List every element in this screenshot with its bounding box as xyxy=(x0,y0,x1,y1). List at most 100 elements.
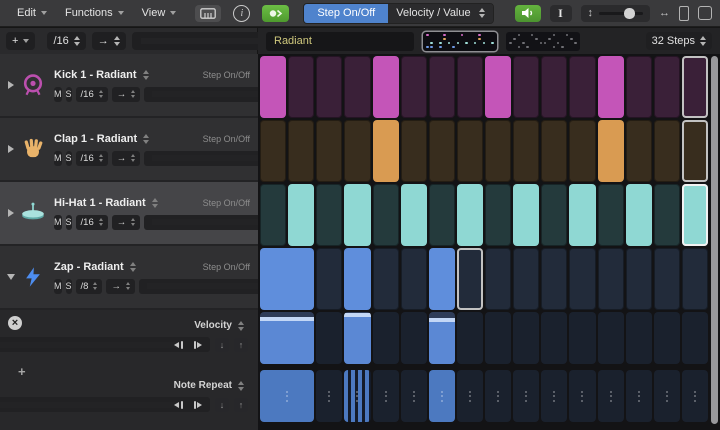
step-cell[interactable] xyxy=(513,56,539,118)
tab-velocity-value[interactable]: Velocity / Value xyxy=(388,4,492,23)
step-cell[interactable] xyxy=(513,184,539,246)
velocity-cell[interactable] xyxy=(316,312,342,364)
stepper-icon[interactable] xyxy=(126,282,130,290)
solo-button[interactable]: S xyxy=(66,215,72,230)
stepper-icon[interactable] xyxy=(131,154,135,162)
step-cell[interactable] xyxy=(682,56,708,118)
stepper-icon[interactable] xyxy=(99,90,103,98)
increment-button[interactable]: ↑ xyxy=(234,338,248,352)
mute-button[interactable]: M xyxy=(54,151,62,166)
step-cell[interactable] xyxy=(401,120,427,182)
stepper-icon[interactable] xyxy=(130,262,136,272)
track-name[interactable]: Kick 1 - Radiant xyxy=(54,69,137,81)
step-cell[interactable] xyxy=(373,120,399,182)
subrow-label-velocity[interactable]: Velocity xyxy=(194,320,244,331)
step-cell[interactable] xyxy=(429,184,455,246)
info-button[interactable]: i xyxy=(233,5,250,22)
step-cell[interactable] xyxy=(569,248,595,310)
velocity-cell[interactable] xyxy=(344,312,370,364)
disclosure-triangle[interactable] xyxy=(4,209,17,217)
track-name[interactable]: Clap 1 - Radiant xyxy=(54,133,137,145)
velocity-cell[interactable] xyxy=(626,312,652,364)
disclosure-triangle[interactable] xyxy=(4,274,17,280)
stepper-icon[interactable] xyxy=(152,198,158,208)
rotate-left-button[interactable] xyxy=(0,401,186,409)
step-cell[interactable] xyxy=(373,248,399,310)
step-cell[interactable] xyxy=(288,184,314,246)
velocity-cell[interactable] xyxy=(654,312,680,364)
step-cell[interactable] xyxy=(513,120,539,182)
pattern-name-field[interactable]: Radiant xyxy=(266,32,414,51)
increment-button[interactable]: ↑ xyxy=(234,398,248,412)
note-repeat-cell[interactable] xyxy=(654,370,680,422)
stepper-icon[interactable] xyxy=(238,381,244,391)
velocity-cell[interactable] xyxy=(401,312,427,364)
step-cell[interactable] xyxy=(373,184,399,246)
row-playback-mode-control[interactable]: → xyxy=(112,151,141,166)
step-cell[interactable] xyxy=(344,248,370,310)
velocity-cell[interactable] xyxy=(598,312,624,364)
row-playback-mode-control[interactable]: → xyxy=(112,215,141,230)
menu-view[interactable]: View xyxy=(142,7,177,19)
step-cell[interactable] xyxy=(682,120,708,182)
stepper-icon[interactable] xyxy=(99,154,103,162)
step-cell[interactable] xyxy=(288,120,314,182)
velocity-cell[interactable] xyxy=(682,312,708,364)
stepper-icon[interactable] xyxy=(700,36,706,46)
tab-step-on-off[interactable]: Step On/Off xyxy=(304,4,388,23)
stepper-icon[interactable] xyxy=(479,8,485,18)
track-name[interactable]: Zap - Radiant xyxy=(54,261,124,273)
note-repeat-cell[interactable] xyxy=(485,370,511,422)
step-cell[interactable] xyxy=(485,120,511,182)
step-cell[interactable] xyxy=(316,120,342,182)
step-cell[interactable] xyxy=(541,56,567,118)
note-repeat-cell[interactable] xyxy=(513,370,539,422)
step-cell[interactable] xyxy=(598,56,624,118)
live-input-toggle[interactable] xyxy=(262,5,289,22)
step-cell[interactable] xyxy=(260,184,286,246)
auto-zoom-fit-button[interactable] xyxy=(698,6,712,20)
pattern-thumbnail-1[interactable] xyxy=(423,32,497,51)
disclosure-triangle[interactable] xyxy=(4,81,17,89)
stepper-icon[interactable] xyxy=(93,282,97,290)
velocity-cell[interactable] xyxy=(485,312,511,364)
step-cell[interactable] xyxy=(457,184,483,246)
step-cell[interactable] xyxy=(344,184,370,246)
step-cell[interactable] xyxy=(429,248,455,310)
stepper-icon[interactable] xyxy=(131,218,135,226)
step-cell[interactable] xyxy=(429,56,455,118)
velocity-cell[interactable] xyxy=(373,312,399,364)
step-cell[interactable] xyxy=(654,120,680,182)
step-cell[interactable] xyxy=(569,120,595,182)
step-cell[interactable] xyxy=(626,120,652,182)
velocity-cell[interactable] xyxy=(541,312,567,364)
pattern-length-control[interactable]: 32 Steps xyxy=(646,32,712,50)
rotate-right-button[interactable] xyxy=(191,341,206,349)
step-cell[interactable] xyxy=(316,56,342,118)
preview-button[interactable] xyxy=(515,5,541,22)
step-cell[interactable] xyxy=(513,248,539,310)
step-cell[interactable] xyxy=(457,56,483,118)
stepper-icon[interactable] xyxy=(143,134,149,144)
row-rate-control[interactable]: /16 xyxy=(76,215,108,230)
step-cell[interactable] xyxy=(316,248,342,310)
step-cell[interactable] xyxy=(682,248,708,310)
menu-edit[interactable]: Edit xyxy=(17,7,47,19)
note-repeat-cell[interactable] xyxy=(569,370,595,422)
step-cell[interactable] xyxy=(626,56,652,118)
zoom-slider[interactable] xyxy=(599,12,643,15)
step-cell[interactable] xyxy=(485,56,511,118)
step-cell[interactable] xyxy=(654,248,680,310)
note-repeat-cell[interactable] xyxy=(626,370,652,422)
solo-button[interactable]: S xyxy=(66,87,72,102)
row-playback-mode-control[interactable]: → xyxy=(106,279,135,294)
step-cell[interactable] xyxy=(288,56,314,118)
menu-functions[interactable]: Functions xyxy=(65,7,124,19)
step-cell[interactable] xyxy=(626,248,652,310)
step-cell[interactable] xyxy=(457,120,483,182)
pattern-playback-mode-control[interactable]: → xyxy=(92,32,126,50)
velocity-cell[interactable] xyxy=(569,312,595,364)
row-rate-control[interactable]: /16 xyxy=(76,151,108,166)
velocity-cell[interactable] xyxy=(457,312,483,364)
step-cell[interactable] xyxy=(316,184,342,246)
